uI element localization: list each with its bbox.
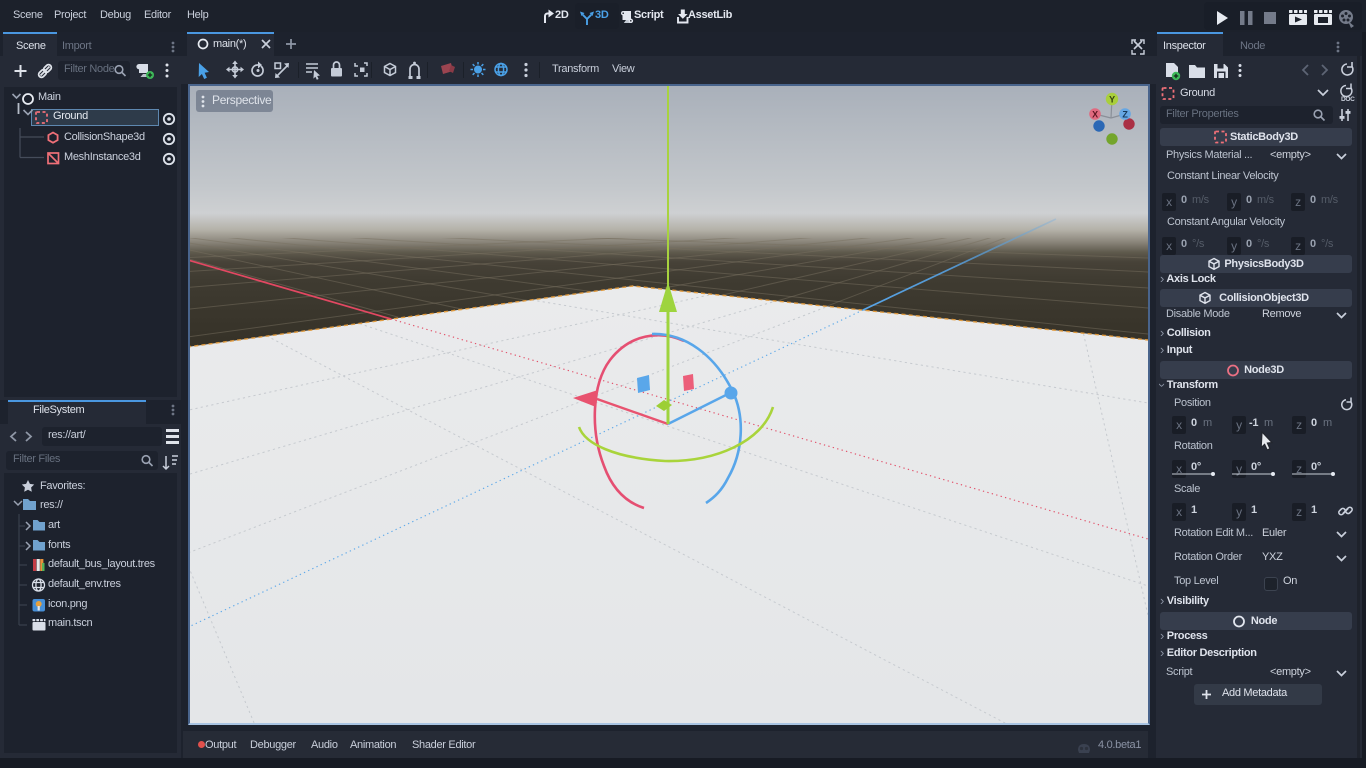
svg-text:DOC: DOC — [1341, 96, 1355, 103]
svg-text:Z: Z — [1122, 110, 1128, 120]
svg-text:Y: Y — [1109, 95, 1115, 105]
svg-text:X: X — [1092, 110, 1098, 120]
